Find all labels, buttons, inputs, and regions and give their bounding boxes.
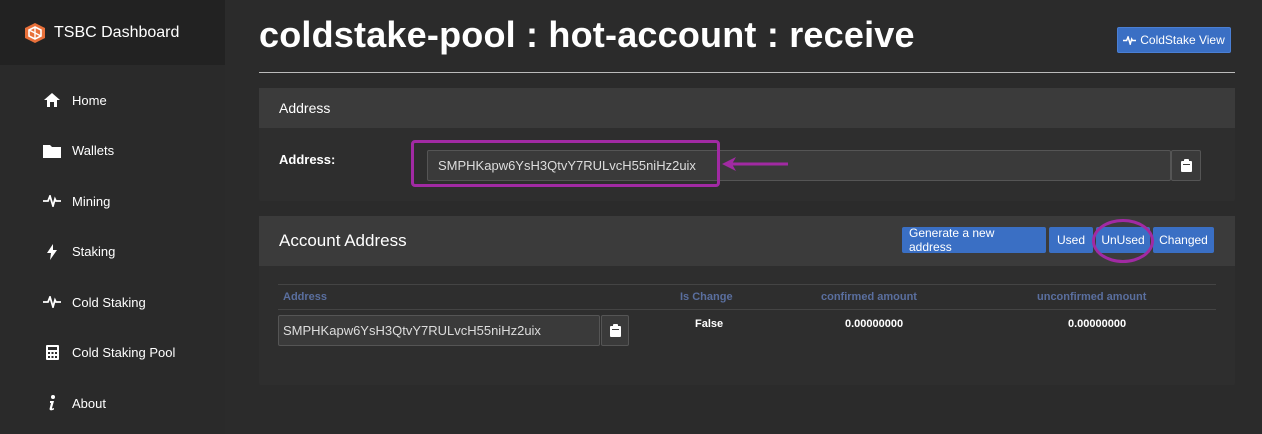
coldstake-view-label: ColdStake View: [1140, 33, 1225, 47]
column-header-address: Address: [283, 291, 328, 303]
changed-button[interactable]: Changed: [1153, 227, 1214, 253]
sidebar-item-label: About: [72, 395, 106, 411]
arrow-left-icon: [722, 157, 788, 171]
sidebar-item-cold-staking[interactable]: Cold Staking: [0, 277, 225, 328]
copy-row-address-button[interactable]: [601, 315, 629, 346]
column-header-confirmed: confirmed amount: [821, 291, 917, 303]
address-panel: Address Address: SMPHKapw6YsH3QtvY7RULvc…: [259, 88, 1235, 201]
table-header: Address Is Change confirmed amount uncon…: [278, 284, 1216, 310]
account-address-heading: Account Address: [279, 231, 407, 250]
address-field[interactable]: SMPHKapw6YsH3QtvY7RULvcH55niHz2uix: [427, 150, 1171, 181]
generate-address-button[interactable]: Generate a new address: [902, 226, 1046, 254]
sidebar-item-about[interactable]: About: [0, 378, 225, 429]
brand[interactable]: TSBC Dashboard: [0, 0, 225, 65]
sidebar-item-cold-staking-pool[interactable]: Cold Staking Pool: [0, 328, 225, 379]
row-unconfirmed-amount: 0.00000000: [1068, 318, 1127, 330]
main-content: coldstake-pool : hot-account : receive C…: [225, 0, 1262, 434]
sidebar-item-mining[interactable]: Mining: [0, 176, 225, 227]
coldstake-view-button[interactable]: ColdStake View: [1117, 27, 1231, 53]
bolt-icon: [42, 243, 62, 261]
sidebar-item-label: Staking: [72, 244, 116, 260]
sidebar-item-label: Mining: [72, 193, 111, 209]
address-label: Address:: [279, 152, 336, 167]
info-icon: [42, 394, 62, 412]
sidebar: TSBC Dashboard Home Wallets Mining Staki…: [0, 0, 225, 434]
sidebar-item-label: Home: [72, 92, 107, 108]
row-confirmed-amount: 0.00000000: [845, 318, 904, 330]
logo-icon: [25, 22, 45, 43]
address-panel-heading: Address: [259, 88, 1235, 128]
row-address-field[interactable]: SMPHKapw6YsH3QtvY7RULvcH55niHz2uix: [278, 315, 600, 346]
sidebar-item-label: Wallets: [72, 143, 115, 159]
home-icon: [42, 91, 62, 109]
sidebar-item-staking[interactable]: Staking: [0, 227, 225, 278]
address-table: Address Is Change confirmed amount uncon…: [278, 284, 1216, 350]
sidebar-item-wallets[interactable]: Wallets: [0, 126, 225, 177]
address-filter-buttons: Generate a new address Used UnUsed Chang…: [902, 226, 1214, 254]
pulse-icon: [1123, 35, 1137, 45]
row-is-change: False: [695, 318, 724, 330]
page-title: coldstake-pool : hot-account : receive: [259, 14, 915, 55]
sidebar-nav: Home Wallets Mining Staking Cold Staking: [0, 75, 225, 429]
calculator-icon: [42, 344, 62, 362]
used-button[interactable]: Used: [1049, 227, 1093, 253]
brand-title: TSBC Dashboard: [54, 23, 180, 41]
column-header-is-change: Is Change: [680, 291, 733, 303]
account-address-panel: Account Address Generate a new address U…: [259, 216, 1235, 385]
title-divider: [259, 72, 1235, 73]
clipboard-icon: [609, 324, 621, 337]
folder-icon: [42, 142, 62, 160]
pulse-icon: [42, 293, 62, 311]
account-address-panel-header: Account Address Generate a new address U…: [259, 216, 1235, 266]
sidebar-item-home[interactable]: Home: [0, 75, 225, 126]
column-header-unconfirmed: unconfirmed amount: [1037, 291, 1147, 303]
sidebar-item-label: Cold Staking: [72, 294, 146, 310]
unused-button[interactable]: UnUsed: [1096, 227, 1150, 253]
table-row: SMPHKapw6YsH3QtvY7RULvcH55niHz2uix False…: [278, 310, 1216, 350]
clipboard-icon: [1180, 159, 1192, 172]
copy-address-button[interactable]: [1171, 150, 1201, 181]
pulse-icon: [42, 192, 62, 210]
sidebar-item-label: Cold Staking Pool: [72, 345, 176, 361]
